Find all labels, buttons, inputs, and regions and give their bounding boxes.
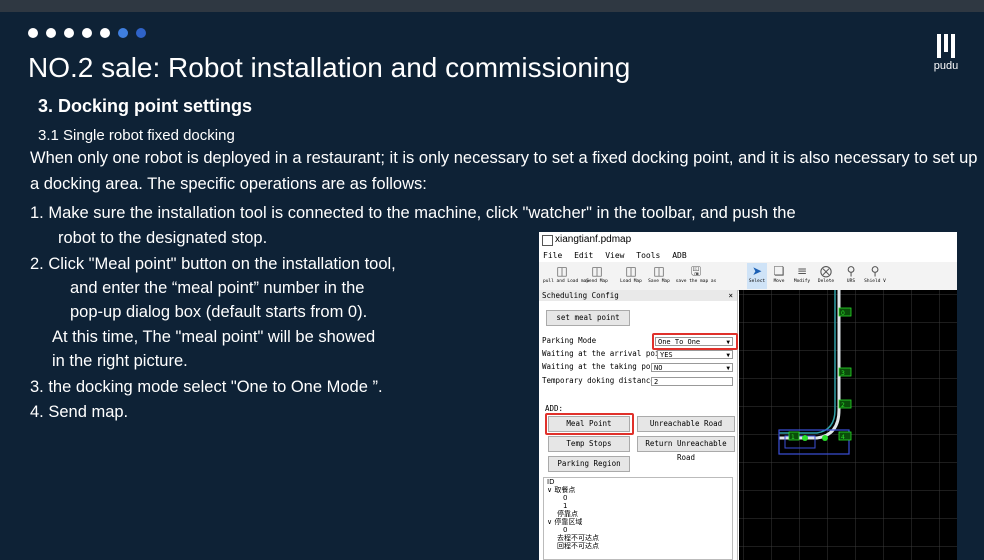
waiting-taking-label: Waiting at the taking pose (542, 362, 660, 371)
modify-icon: ≡ (796, 264, 808, 278)
map-label: 3 (841, 370, 845, 377)
panel-header: Scheduling Config × (539, 290, 737, 301)
select-icon: ➤ (751, 264, 763, 278)
tree-node-unreachable-return[interactable]: 回程不可达点 (547, 542, 732, 550)
toolbar: ◫ pull and Load map ◫ Send Map ◫ Load Map ◫… (539, 262, 957, 291)
save-map-button[interactable]: ◫ Save Map (645, 263, 673, 289)
map-label: 0 (841, 310, 845, 317)
waiting-taking-select[interactable]: NO ▼ (651, 363, 733, 372)
step-1-line-2: robot to the designated stop. (58, 229, 268, 247)
unreachable-road-button[interactable]: Unreachable Road (637, 416, 735, 432)
chevron-down-icon: ▼ (726, 352, 730, 359)
map-label: 1 (791, 434, 795, 441)
select-button[interactable]: ➤ Select (747, 263, 767, 289)
map-grid (739, 290, 957, 560)
pull-load-icon: ◫ (556, 264, 568, 278)
scheduling-config-panel: Scheduling Config × set meal point Parki… (539, 290, 738, 560)
panel-close-icon[interactable]: × (728, 290, 733, 301)
modify-button[interactable]: ≡ Modify (791, 263, 813, 289)
tree-node-meal-point[interactable]: ∨ 取餐点 (547, 486, 732, 494)
set-meal-point-button[interactable]: set meal point (546, 310, 630, 326)
dot (82, 28, 92, 38)
step-2-line-4: At this time, The "meal point" will be s… (52, 328, 376, 346)
shield-button[interactable]: ⚲ Shield V (863, 263, 887, 289)
map-label: 2 (841, 402, 845, 409)
tree-leaf[interactable]: 1 (547, 502, 732, 510)
save-as-icon: 🖫 (690, 264, 702, 278)
map-label: 4 (841, 434, 845, 441)
id-tree: ID ∨ 取餐点 0 1 停靠点 ∨ 停靠区域 0 去程不可达点 回程不可达点 (543, 477, 733, 560)
parking-mode-highlight (652, 333, 738, 350)
top-bar (0, 0, 984, 12)
robot-marker-icon (822, 435, 828, 441)
step-2-line-5: in the right picture. (52, 352, 188, 370)
menu-tools[interactable]: Tools (636, 251, 660, 260)
tree-leaf[interactable]: 0 (547, 494, 732, 502)
dot (100, 28, 110, 38)
save-as-button[interactable]: 🖫 save the map as (675, 263, 717, 289)
return-unreachable-road-button[interactable]: Return Unreachable Road (637, 436, 735, 462)
subsection-heading: 3.1 Single robot fixed docking (38, 127, 235, 144)
chevron-down-icon: ▼ (726, 365, 730, 372)
parking-region-button[interactable]: Parking Region (548, 456, 630, 472)
send-map-button[interactable]: ◫ Send Map (583, 263, 611, 289)
slide-title: NO.2 sale: Robot installation and commis… (28, 52, 631, 83)
dot (28, 28, 38, 38)
temp-stops-button[interactable]: Temp Stops (548, 436, 630, 452)
temp-distance-label: Temporary doking distance (542, 376, 655, 385)
tree-node-parking-region[interactable]: ∨ 停靠区域 (547, 518, 732, 526)
load-map-icon: ◫ (625, 264, 637, 278)
move-button[interactable]: ❏ Move (769, 263, 789, 289)
pudu-logo-icon (937, 34, 955, 58)
delete-button[interactable]: ⨂ Delete (815, 263, 837, 289)
window-title: xiangtianf.pdmap (539, 232, 957, 248)
progress-dots (28, 28, 146, 38)
step-2-line-1: 2. Click "Meal point" button on the inst… (30, 255, 396, 273)
meal-point-highlight (545, 413, 634, 435)
menu-file[interactable]: File (543, 251, 562, 260)
dot (46, 28, 56, 38)
pull-load-button[interactable]: ◫ pull and Load map (543, 263, 589, 289)
delete-icon: ⨂ (820, 264, 832, 278)
menu-edit[interactable]: Edit (574, 251, 593, 260)
menu-view[interactable]: View (605, 251, 624, 260)
pudu-logo: pudu (930, 32, 962, 72)
logo-text: pudu (933, 60, 959, 72)
waiting-arrival-select[interactable]: YES ▼ (657, 350, 733, 359)
section-heading: 3. Docking point settings (38, 96, 253, 116)
shield-icon: ⚲ (870, 264, 880, 278)
tree-node-unreachable-out[interactable]: 去程不可达点 (547, 534, 732, 542)
menu-bar: File Edit View Tools ADB (539, 249, 957, 262)
urs-icon: ⚲ (846, 264, 856, 278)
parking-mode-label: Parking Mode (542, 336, 597, 345)
step-1-line-1: 1. Make sure the installation tool is co… (30, 204, 796, 222)
temp-distance-input[interactable]: 2 (651, 377, 733, 386)
window-app-icon (542, 235, 553, 246)
intro-paragraph: When only one robot is deployed in a res… (30, 149, 978, 193)
tree-node-parking-point[interactable]: 停靠点 (547, 510, 732, 518)
save-map-icon: ◫ (653, 264, 665, 278)
waiting-arrival-label: Waiting at the arrival point (542, 349, 669, 358)
map-canvas[interactable]: 0 3 2 1 4 (739, 290, 957, 560)
app-screenshot: xiangtianf.pdmap File Edit View Tools AD… (539, 232, 957, 560)
dot (64, 28, 74, 38)
load-map-button[interactable]: ◫ Load Map (617, 263, 645, 289)
menu-adb[interactable]: ADB (672, 251, 686, 260)
step-3: 3. the docking mode select "One to One M… (30, 378, 383, 396)
urs-button[interactable]: ⚲ URS (841, 263, 861, 289)
send-map-icon: ◫ (591, 264, 603, 278)
step-2-line-2: and enter the “meal point” number in the (70, 279, 365, 297)
tree-header: ID (547, 478, 555, 486)
tree-leaf[interactable]: 0 (547, 526, 732, 534)
dot (118, 28, 128, 38)
robot-marker-icon (802, 435, 808, 441)
dot (136, 28, 146, 38)
move-icon: ❏ (773, 264, 785, 278)
step-4: 4. Send map. (30, 403, 129, 421)
panel-title: Scheduling Config (542, 291, 619, 300)
step-2-line-3: pop-up dialog box (default starts from 0… (70, 303, 368, 321)
